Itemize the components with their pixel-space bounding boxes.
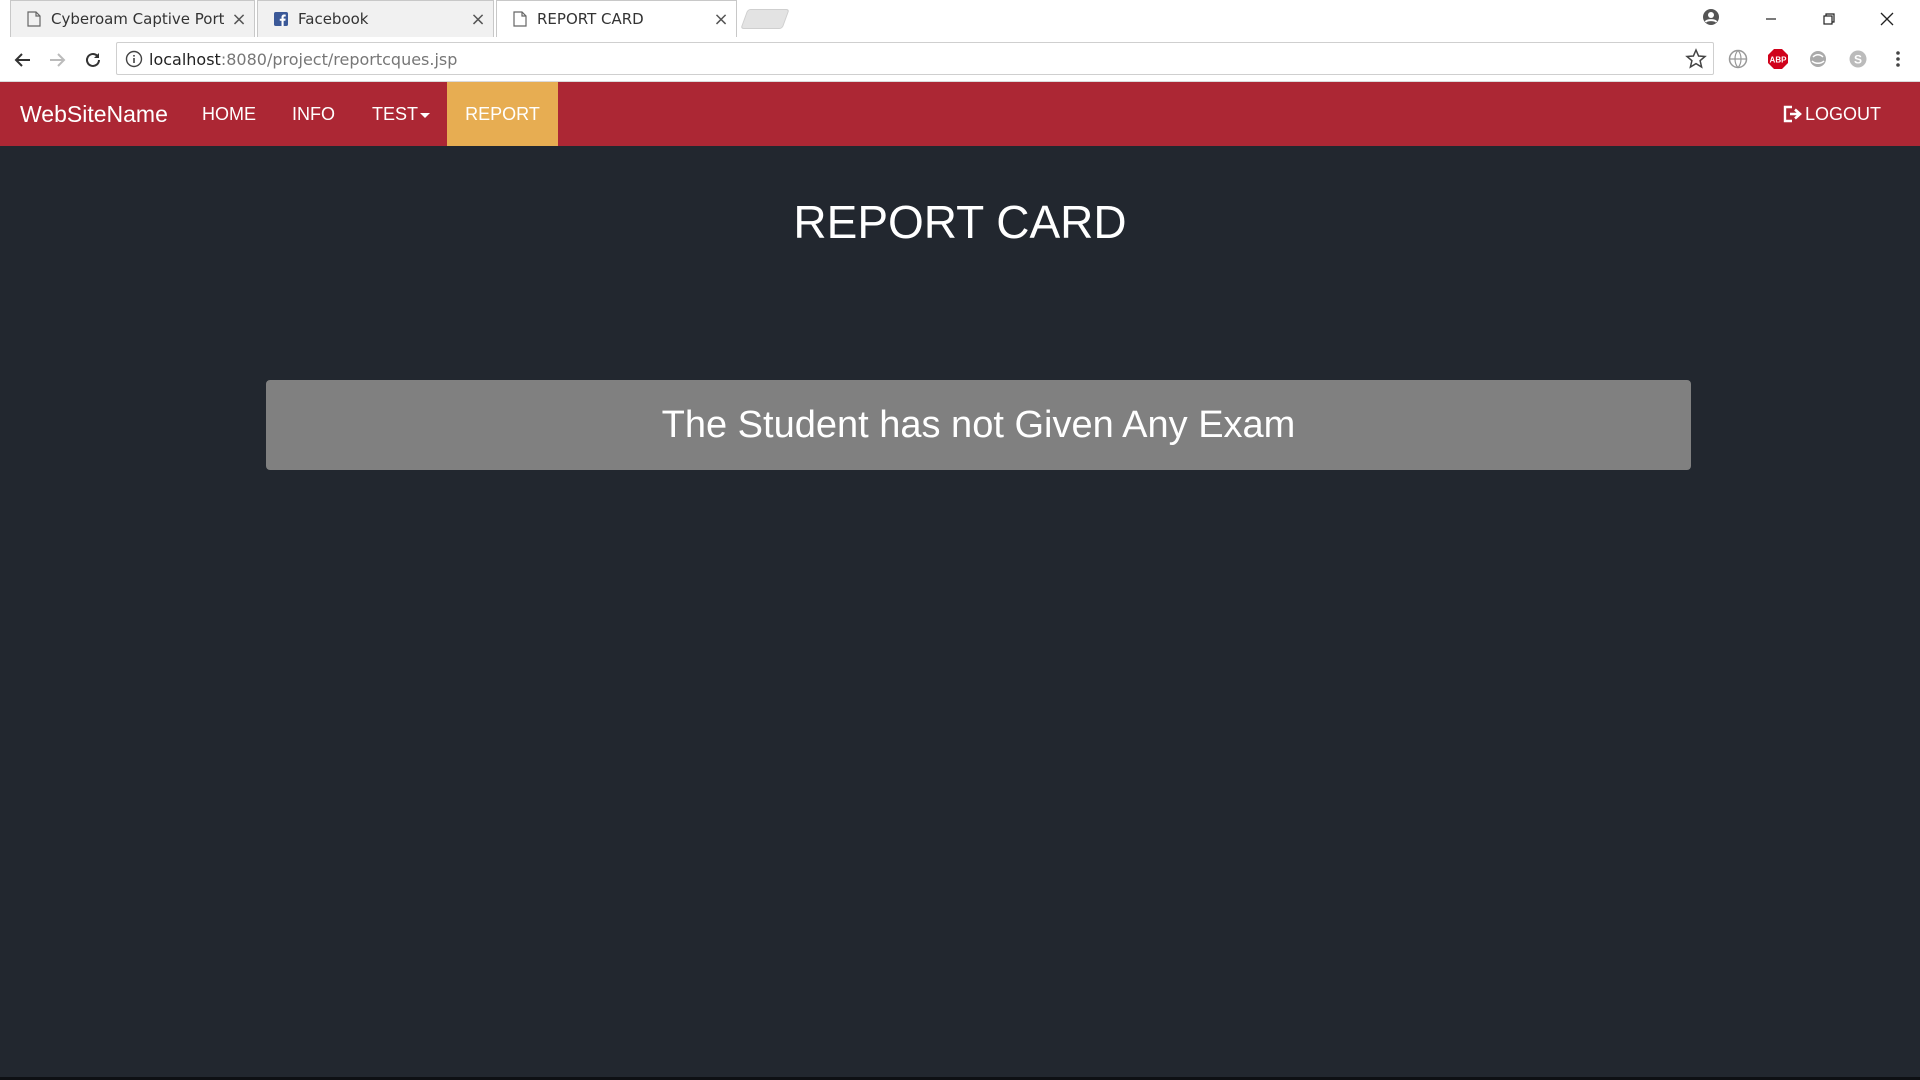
svg-text:S: S — [1854, 53, 1862, 67]
nav-info[interactable]: INFO — [292, 82, 335, 146]
logout-link[interactable]: LOGOUT — [1783, 82, 1881, 146]
globe-extension-button[interactable] — [1726, 47, 1750, 71]
nav-report[interactable]: REPORT — [447, 82, 558, 146]
tab-report-card[interactable]: REPORT CARD × — [496, 0, 737, 37]
account-icon[interactable] — [1700, 6, 1722, 28]
adblock-plus-icon: ABP — [1768, 49, 1788, 69]
close-icon — [1880, 12, 1894, 25]
back-button[interactable] — [8, 45, 38, 75]
forward-button[interactable] — [42, 45, 72, 75]
url-text[interactable]: localhost:8080/project/reportcques.jsp — [149, 50, 457, 69]
close-window-button[interactable] — [1858, 0, 1916, 37]
tab-facebook[interactable]: Facebook × — [257, 0, 494, 37]
new-tab-button[interactable] — [740, 9, 790, 29]
reload-icon — [86, 52, 100, 67]
nav-test-label: TEST — [372, 104, 419, 124]
tab-title: Facebook — [298, 10, 369, 28]
arrow-left-icon — [14, 53, 30, 67]
close-tab-icon[interactable]: × — [706, 9, 736, 30]
page-title: REPORT CARD — [793, 196, 1127, 248]
skype-extension-button[interactable]: S — [1846, 47, 1870, 71]
tab-title: REPORT CARD — [537, 10, 644, 28]
url-host: localhost — [149, 50, 221, 69]
tab-title: Cyberoam Captive Portal — [51, 10, 224, 28]
close-tab-icon[interactable]: × — [463, 9, 493, 30]
minimize-icon — [1766, 17, 1776, 20]
logout-label: LOGOUT — [1804, 103, 1881, 124]
minimize-button[interactable] — [1742, 0, 1800, 37]
page-icon — [27, 11, 41, 27]
nav-home[interactable]: HOME — [202, 82, 256, 146]
no-exam-message: The Student has not Given Any Exam — [266, 380, 1691, 470]
nav-test-dropdown[interactable]: TEST — [372, 82, 431, 146]
puzzle-extension-button[interactable] — [1806, 47, 1830, 71]
caret-down-icon — [420, 112, 431, 118]
browser-toolbar: localhost:8080/project/reportcques.jsp A… — [0, 37, 1920, 82]
info-icon[interactable] — [125, 50, 143, 68]
tab-cyberoam[interactable]: Cyberoam Captive Portal × — [10, 0, 255, 37]
restore-icon — [1823, 12, 1835, 25]
adblock-extension-button[interactable]: ABP — [1766, 47, 1790, 71]
address-bar[interactable]: localhost:8080/project/reportcques.jsp — [116, 42, 1714, 75]
skype-icon: S — [1849, 50, 1867, 68]
url-path: :8080/project/reportcques.jsp — [220, 50, 458, 69]
bookmark-star-icon[interactable] — [1685, 48, 1707, 70]
browser-menu-button[interactable] — [1886, 47, 1910, 71]
more-vertical-icon — [1896, 51, 1900, 67]
facebook-icon — [274, 12, 288, 26]
brand-logo[interactable]: WebSiteName — [20, 82, 168, 146]
message-text: The Student has not Given Any Exam — [661, 403, 1296, 446]
page-icon — [513, 11, 527, 27]
close-tab-icon[interactable]: × — [224, 9, 254, 30]
extension-icon — [1810, 51, 1826, 67]
logout-icon — [1783, 105, 1802, 123]
arrow-right-icon — [50, 53, 66, 67]
browser-tabstrip: Cyberoam Captive Portal × Facebook × REP… — [0, 0, 1920, 37]
globe-icon — [1728, 49, 1748, 69]
restore-button[interactable] — [1800, 0, 1858, 37]
reload-button[interactable] — [78, 45, 108, 75]
adblock-label: ABP — [1770, 56, 1788, 65]
site-navbar: WebSiteName HOME INFO TEST REPORT LOGOUT — [0, 82, 1920, 146]
